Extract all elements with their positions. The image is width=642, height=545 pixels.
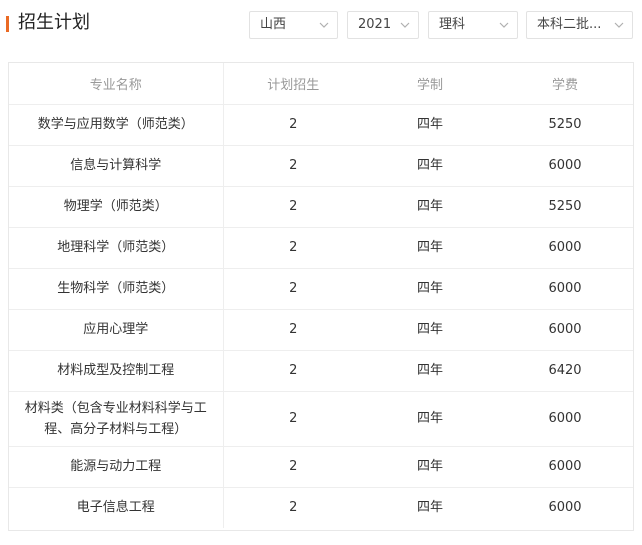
cell-duration: 四年: [363, 227, 497, 269]
table-row: 生物科学（师范类） 2 四年 6000: [9, 268, 633, 310]
table-row: 材料类（包含专业材料科学与工程、高分子材料与工程） 2 四年 6000: [9, 391, 633, 447]
batch-select-value: 本科二批...: [537, 17, 602, 32]
cell-duration: 四年: [363, 145, 497, 187]
cell-duration: 四年: [363, 104, 497, 146]
cell-tuition: 6000: [497, 145, 633, 187]
table-row: 应用心理学 2 四年 6000: [9, 309, 633, 351]
page-title: 招生计划: [18, 12, 90, 33]
header-major-name: 专业名称: [9, 63, 224, 105]
year-select-value: 2021: [358, 17, 392, 32]
table-row: 信息与计算科学 2 四年 6000: [9, 145, 633, 187]
cell-duration: 四年: [363, 186, 497, 228]
cell-planned-count: 2: [223, 446, 363, 488]
cell-tuition: 5250: [497, 186, 633, 228]
title-accent-bar: [6, 16, 9, 32]
cell-planned-count: 2: [289, 500, 298, 516]
cell-planned-count: 2: [223, 145, 363, 187]
cell-major-name: 生物科学（师范类）: [9, 268, 224, 310]
chevron-down-icon: [400, 12, 410, 38]
cell-planned-count: 2: [223, 309, 363, 351]
cell-major-name: 信息与计算科学: [9, 145, 224, 187]
year-select[interactable]: 2021: [347, 11, 419, 39]
cell-major-name: 数学与应用数学（师范类）: [9, 104, 224, 146]
cell-duration: 四年: [363, 446, 497, 488]
table-row: 数学与应用数学（师范类） 2 四年 5250: [9, 104, 633, 146]
table-header-row: 专业名称 计划招生 学制 学费: [9, 63, 633, 105]
table-row: 能源与动力工程 2 四年 6000: [9, 446, 633, 488]
header-duration: 学制: [363, 63, 497, 105]
cell-tuition: 6000: [497, 446, 633, 488]
table-row: 地理科学（师范类） 2 四年 6000: [9, 227, 633, 269]
cell-planned-count: 2: [223, 186, 363, 228]
cell-major-name: 电子信息工程: [9, 487, 224, 528]
cell-duration: 四年: [363, 309, 497, 351]
enrollment-plan-table: 专业名称 计划招生 学制 学费 数学与应用数学（师范类） 2 四年 5250 信…: [8, 62, 634, 531]
cell-duration: 四年: [363, 268, 497, 310]
subject-select-value: 理科: [439, 17, 466, 32]
table-row: 材料成型及控制工程 2 四年 6420: [9, 350, 633, 392]
cell-planned-count: 2: [223, 350, 363, 392]
table-row: 物理学（师范类） 2 四年 5250: [9, 186, 633, 228]
batch-select[interactable]: 本科二批...: [526, 11, 633, 39]
cell-major-name: 材料成型及控制工程: [9, 350, 224, 392]
cell-duration: 四年: [416, 500, 443, 516]
header-tuition: 学费: [497, 63, 633, 105]
cell-major-name: 能源与动力工程: [9, 446, 224, 488]
cell-planned-count: 2: [223, 104, 363, 146]
cell-planned-count: 2: [223, 268, 363, 310]
cell-major-name: 物理学（师范类）: [9, 186, 224, 228]
subject-select[interactable]: 理科: [428, 11, 518, 39]
province-select[interactable]: 山西: [249, 11, 338, 39]
cell-tuition: 6000: [497, 268, 633, 310]
cell-tuition: 5250: [497, 104, 633, 146]
cell-duration: 四年: [363, 391, 497, 447]
cell-tuition: 6000: [548, 500, 582, 516]
cell-major-name: 材料类（包含专业材料科学与工程、高分子材料与工程）: [9, 391, 224, 447]
header-planned-count: 计划招生: [223, 63, 363, 105]
chevron-down-icon: [614, 12, 624, 38]
page-header: 招生计划 山西 2021 理科 本科二批...: [0, 0, 642, 50]
cell-tuition: 6000: [497, 391, 633, 447]
cell-tuition: 6000: [497, 309, 633, 351]
province-select-value: 山西: [260, 17, 287, 32]
cell-major-name: 应用心理学: [9, 309, 224, 351]
chevron-down-icon: [319, 12, 329, 38]
cell-tuition: 6000: [497, 227, 633, 269]
cell-planned-count: 2: [223, 227, 363, 269]
cell-duration: 四年: [363, 350, 497, 392]
cell-tuition: 6420: [497, 350, 633, 392]
chevron-down-icon: [499, 12, 509, 38]
cell-major-name: 地理科学（师范类）: [9, 227, 224, 269]
cell-planned-count: 2: [223, 391, 363, 447]
table-row: 电子信息工程 2 四年 6000: [9, 487, 633, 528]
